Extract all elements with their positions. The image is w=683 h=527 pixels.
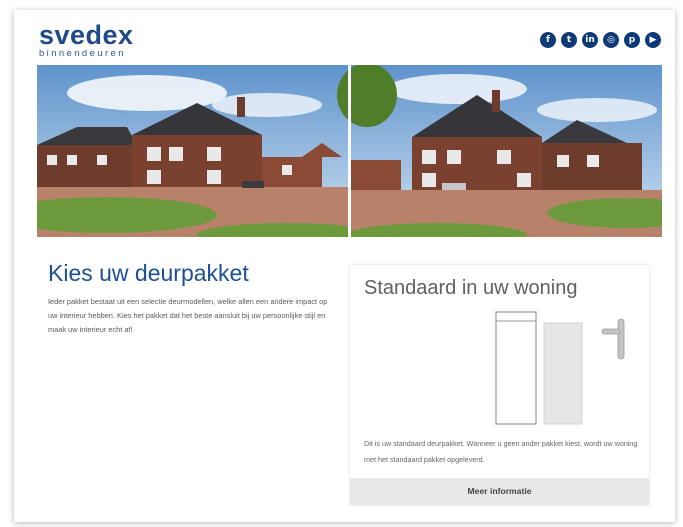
brand-name: svedex <box>39 20 134 50</box>
linkedin-icon[interactable]: in <box>582 32 598 48</box>
package-title: Standaard in uw woning <box>364 277 578 299</box>
package-description: Dit is uw standaard deurpakket. Wanneer … <box>364 439 638 464</box>
social-links: f t in ◎ p ▶ <box>540 32 661 48</box>
site-header: svedex binnendeuren f t in ◎ p ▶ <box>14 10 675 62</box>
instagram-icon[interactable]: ◎ <box>603 32 619 48</box>
page-title: Kies uw deurpakket <box>48 260 249 286</box>
brand-tagline: binnendeuren <box>39 48 126 59</box>
door-illustration <box>495 311 625 425</box>
facebook-icon[interactable]: f <box>540 32 556 48</box>
pinterest-icon[interactable]: p <box>624 32 640 48</box>
twitter-icon[interactable]: t <box>561 32 577 48</box>
page-card: svedex binnendeuren f t in ◎ p ▶ Kies uw… <box>14 10 675 522</box>
more-info-button[interactable]: Meer informatie <box>350 478 649 505</box>
intro-section: Kies uw deurpakket Ieder pakket bestaat … <box>48 260 328 337</box>
intro-text: Ieder pakket bestaat uit een selectie de… <box>48 297 328 334</box>
youtube-icon[interactable]: ▶ <box>645 32 661 48</box>
hero-banner <box>37 65 662 237</box>
package-card: Standaard in uw woning Dit is uw standaa… <box>350 265 649 505</box>
brand-logo[interactable]: svedex binnendeuren <box>39 20 134 60</box>
door-handle-icon <box>617 318 625 360</box>
banner-divider <box>348 65 351 237</box>
